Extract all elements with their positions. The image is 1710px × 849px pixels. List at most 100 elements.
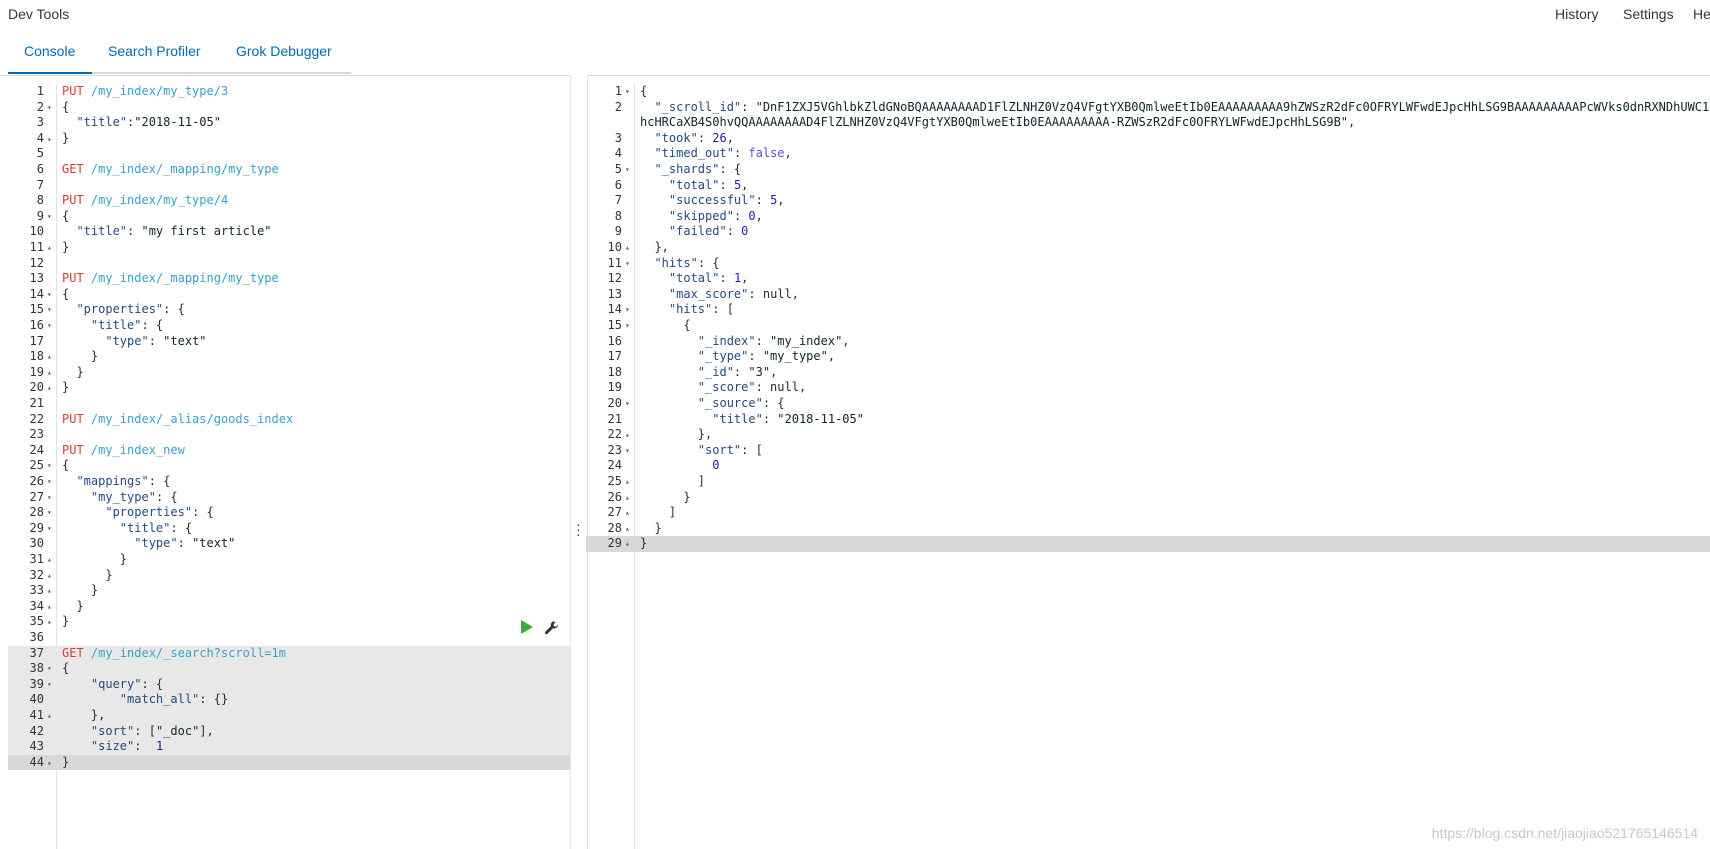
fold-arrow-icon[interactable]: ▾ <box>47 505 55 521</box>
fold-arrow-icon[interactable]: ▾ <box>625 318 633 334</box>
fold-arrow-icon[interactable]: ▴ <box>625 521 633 537</box>
editor-line: 3 "title":"2018-11-05" <box>8 115 570 131</box>
fold-arrow-icon[interactable]: ▴ <box>625 240 633 256</box>
fold-arrow-icon[interactable]: ▾ <box>47 677 55 693</box>
editor-line: 6 GET /my_index/_mapping/my_type <box>8 162 570 178</box>
fold-arrow-icon[interactable]: ▴ <box>47 131 55 147</box>
response-output[interactable]: 1 ▾{2 "_scroll_id": "DnF1ZXJ5VGhlbkZldGNo… <box>586 84 1710 849</box>
code-text: { <box>62 661 570 677</box>
code-token: "title" <box>90 318 142 332</box>
code-token: : <box>755 333 771 348</box>
fold-arrow-icon[interactable]: ▾ <box>625 396 633 412</box>
line-number: 29 <box>29 520 44 535</box>
fold-arrow-icon[interactable]: ▾ <box>47 302 55 318</box>
fold-arrow-icon[interactable]: ▴ <box>47 552 55 568</box>
fold-arrow-icon[interactable]: ▾ <box>625 162 633 178</box>
fold-arrow-icon[interactable]: ▴ <box>625 505 633 521</box>
fold-arrow-icon[interactable]: ▴ <box>47 365 55 381</box>
fold-arrow-icon[interactable]: ▾ <box>47 209 55 225</box>
help-link[interactable]: He <box>1693 6 1710 22</box>
code-text: "timed_out": false, <box>640 146 1710 162</box>
code-token: : <box>697 130 713 145</box>
fold-arrow-icon[interactable]: ▾ <box>47 490 55 506</box>
editor-line: 35 ▴} <box>8 614 570 630</box>
line-number: 10 <box>607 240 622 254</box>
editor-line: 44 ▴} <box>8 754 570 771</box>
fold-arrow-icon[interactable]: ▾ <box>47 287 55 303</box>
fold-arrow-icon[interactable]: ▴ <box>625 536 633 552</box>
code-token: "2018-11-05" <box>134 115 221 130</box>
line-number: 4 <box>614 146 622 161</box>
fold-arrow-icon[interactable]: ▴ <box>47 568 55 584</box>
fold-arrow-icon[interactable]: ▴ <box>47 755 55 771</box>
fold-arrow-icon[interactable]: ▾ <box>47 474 55 490</box>
code-token: /my_index/_mapping/my_type <box>83 162 279 176</box>
code-token: : { <box>141 318 164 332</box>
wrench-icon[interactable] <box>544 620 560 636</box>
code-token: : { <box>697 255 720 270</box>
fold-arrow-icon[interactable]: ▾ <box>47 100 55 116</box>
fold-arrow-icon[interactable]: ▴ <box>47 380 55 396</box>
line-number: 17 <box>29 333 44 348</box>
code-token: { <box>640 84 648 98</box>
fold-arrow-icon[interactable]: ▴ <box>47 614 55 630</box>
fold-arrow-icon[interactable]: ▾ <box>625 256 633 272</box>
fold-arrow-icon[interactable]: ▴ <box>47 599 55 615</box>
fold-arrow-icon[interactable]: ▾ <box>47 521 55 537</box>
fold-arrow-icon[interactable]: ▾ <box>47 318 55 334</box>
code-token: } <box>62 552 128 566</box>
code-token: 26 <box>712 130 727 145</box>
fold-arrow-icon[interactable]: ▾ <box>625 84 633 100</box>
editor-line: 41 ▴ }, <box>8 708 570 724</box>
fold-arrow-icon[interactable]: ▾ <box>625 443 633 459</box>
code-token: "_scroll_id" <box>654 99 742 114</box>
tab-grok-debugger[interactable]: Grok Debugger <box>236 43 332 59</box>
fold-arrow-icon[interactable]: ▾ <box>47 661 55 677</box>
tab-search-profiler[interactable]: Search Profiler <box>108 43 201 59</box>
code-token: : <box>726 224 742 239</box>
line-number: 11 <box>607 255 622 270</box>
fold-arrow-icon[interactable]: ▴ <box>47 583 55 599</box>
line-number: 43 <box>29 739 44 754</box>
code-token: "total" <box>668 271 720 286</box>
editor-line: 19 ▴ } <box>8 365 570 381</box>
fold-arrow-icon[interactable]: ▴ <box>47 708 55 724</box>
fold-arrow-icon[interactable]: ▴ <box>625 427 633 443</box>
line-number: 31 <box>29 552 44 566</box>
fold-arrow-icon[interactable]: ▴ <box>47 240 55 256</box>
code-token: , <box>1348 115 1356 130</box>
editor-line: 21 <box>8 396 570 412</box>
code-token: /my_index/_mapping/my_type <box>83 271 279 286</box>
fold-arrow-icon[interactable]: ▾ <box>625 302 633 318</box>
code-text: { <box>62 287 570 303</box>
history-link[interactable]: History <box>1555 6 1599 22</box>
fold-arrow-icon[interactable]: ▾ <box>47 458 55 474</box>
code-token: , <box>726 130 734 145</box>
fold-arrow-icon[interactable]: ▴ <box>625 474 633 490</box>
code-token: : { <box>163 302 185 317</box>
code-text: }, <box>62 708 570 724</box>
request-editor[interactable]: 1 PUT /my_index/my_type/3 2 ▾{3 "title":"20… <box>8 84 570 849</box>
settings-link[interactable]: Settings <box>1623 6 1674 22</box>
play-icon[interactable] <box>520 620 534 634</box>
code-text: } <box>640 490 1710 506</box>
code-token: "_score" <box>697 380 756 395</box>
code-token: /my_index/my_type/3 <box>83 84 229 98</box>
tab-console[interactable]: Console <box>24 43 75 59</box>
code-token: : <box>127 224 142 239</box>
fold-arrow-icon[interactable]: ▴ <box>47 349 55 365</box>
fold-arrow-icon[interactable]: ▴ <box>625 490 633 506</box>
code-token: "match_all" <box>119 692 200 707</box>
code-token: PUT <box>62 84 84 98</box>
code-text: "failed": 0 <box>640 224 1710 240</box>
output-line: 7 "successful": 5, <box>586 193 1710 209</box>
